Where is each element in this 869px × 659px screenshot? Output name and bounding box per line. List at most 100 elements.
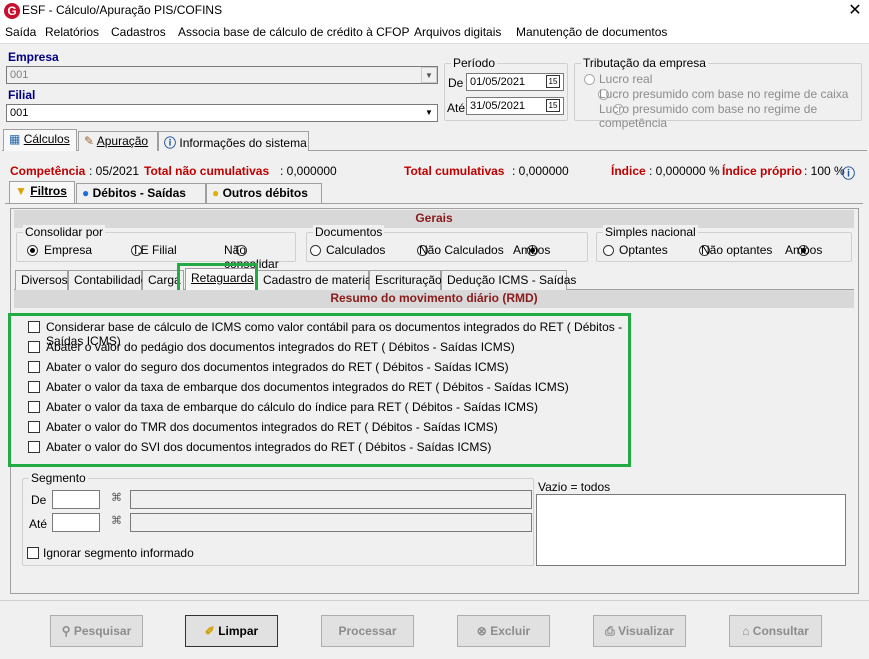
radio-empresa-label: Empresa — [44, 243, 93, 257]
menu-associa[interactable]: Associa base de cálculo de crédito à CFO… — [178, 25, 409, 39]
tab-informacoes[interactable]: ⓘ Informações do sistema — [158, 131, 309, 151]
chevron-down-icon[interactable]: ▼ — [421, 67, 437, 83]
radio-empresa[interactable] — [27, 245, 38, 256]
tab-filtros[interactable]: ▼ Filtros — [9, 181, 75, 203]
pencil-icon: ✎ — [84, 134, 95, 148]
highlight-box-rmd — [8, 313, 631, 467]
indice-value: : 0,000000 % — [649, 164, 720, 178]
window-title: ESF - Cálculo/Apuração PIS/COFINS — [22, 3, 223, 17]
ate-label: Até — [447, 101, 466, 115]
indice-proprio-value: : 100 % — [804, 164, 845, 178]
lucro-competencia-label: Lucro presumido com base no regime de co… — [599, 102, 818, 130]
search-icon: ⚲ — [61, 624, 71, 638]
filial-label: Filial — [8, 88, 36, 102]
consolidar-group: Consolidar por Empresa I.E Filial Não co… — [16, 225, 296, 271]
seg-ate-label: Até — [29, 517, 48, 531]
radio-calculados-label: Calculados — [326, 243, 386, 257]
chevron-down-icon[interactable]: ▼ — [421, 105, 437, 121]
dot-blue-icon: ● — [82, 186, 90, 200]
tab-cadastro-materiais[interactable]: Cadastro de materiais — [257, 270, 380, 290]
menu-manutencao[interactable]: Manutenção de documentos — [516, 25, 667, 39]
excluir-label: Excluir — [490, 624, 531, 638]
filter-icon: ▼ — [15, 184, 27, 198]
competencia-label: Competência — [10, 164, 86, 178]
visualizar-button[interactable]: ⎙ Visualizar — [593, 615, 686, 647]
segmento-group: Segmento De ⌘ Até ⌘ Ignorar segmento inf… — [22, 471, 534, 566]
periodo-title: Período — [451, 56, 498, 70]
tributacao-title: Tributação da empresa — [581, 56, 708, 70]
consultar-button[interactable]: ⌂ Consultar — [729, 615, 822, 647]
de-label: De — [448, 76, 464, 90]
calendar-icon[interactable]: 15 — [546, 99, 560, 112]
radio-nao-calculados-label: Não Calculados — [419, 243, 504, 257]
tab-apuracao-label: Apuração — [96, 134, 149, 148]
indice-label: Índice — [611, 164, 646, 178]
simples-group: Simples nacional Optantes Não optantes A… — [596, 225, 852, 262]
tab-diversos[interactable]: Diversos — [15, 270, 68, 290]
tab-outros-debitos[interactable]: ● Outros débitos — [206, 183, 322, 203]
pesquisar-button[interactable]: ⚲ Pesquisar — [50, 615, 143, 647]
close-icon[interactable]: ✕ — [846, 1, 864, 21]
segmento-title: Segmento — [29, 471, 88, 485]
pesquisar-label: Pesquisar — [73, 624, 132, 638]
consultar-label: Consultar — [752, 624, 809, 638]
radio-lucro-real — [584, 74, 595, 85]
processar-button[interactable]: Processar — [321, 615, 414, 647]
menu-cadastros[interactable]: Cadastros — [111, 25, 166, 39]
radio-ie-filial-label: I.E Filial — [134, 243, 177, 257]
menu-bar: Saída Relatórios Cadastros Associa base … — [0, 22, 869, 44]
visualizar-label: Visualizar — [618, 624, 674, 638]
tab-filtros-label: Filtros — [30, 184, 67, 198]
documentos-title: Documentos — [313, 225, 385, 239]
vazio-label: Vazio = todos — [538, 480, 611, 494]
limpar-button[interactable]: ✐ Limpar — [185, 615, 278, 647]
ignorar-checkbox[interactable] — [27, 547, 39, 559]
indice-proprio-label: Índice próprio — [722, 164, 803, 178]
tab-deducao-icms[interactable]: Dedução ICMS - Saídas — [441, 270, 576, 290]
app-icon: G — [4, 3, 20, 19]
query-icon: ⌂ — [742, 624, 750, 638]
nao-cumulativas-value: : 0,000000 — [280, 164, 337, 178]
seg-de-label: De — [31, 493, 47, 507]
seg-de-field[interactable] — [52, 490, 100, 509]
periodo-group: Período De 01/05/2021 15 Até 31/05/2021 … — [444, 56, 568, 121]
tributacao-group: Tributação da empresa Lucro real Lucro p… — [574, 56, 862, 130]
tab-escrituracao[interactable]: Escrituração — [369, 270, 442, 290]
broom-icon: ✐ — [204, 624, 215, 638]
limpar-label: Limpar — [218, 624, 259, 638]
filial-field[interactable]: 001 — [6, 104, 438, 122]
segmento-list[interactable] — [536, 494, 846, 566]
calc-icon: ▦ — [9, 132, 21, 146]
printer-icon: ⎙ — [605, 624, 615, 638]
status-line: Competência : 05/2021 Total não cumulati… — [8, 163, 858, 182]
tab-debitos-saidas[interactable]: ● Débitos - Saídas — [76, 183, 206, 203]
binoculars-icon[interactable]: ⌘ — [111, 491, 122, 504]
subtab-divider — [5, 203, 863, 204]
calendar-icon[interactable]: 15 — [546, 75, 560, 88]
empresa-field[interactable]: 001 — [6, 66, 438, 84]
menu-arquivos[interactable]: Arquivos digitais — [414, 25, 501, 39]
radio-optantes[interactable] — [603, 245, 614, 256]
radio-calculados[interactable] — [310, 245, 321, 256]
gerais-header: Gerais — [14, 210, 854, 228]
tab-informacoes-label: Informações do sistema — [179, 136, 307, 150]
lucro-caixa-label: Lucro presumido com base no regime de ca… — [599, 87, 849, 101]
radio-ambos-docs-label: Ambos — [513, 243, 551, 257]
cumulativas-label: Total cumulativas — [404, 164, 505, 178]
info-icon: ⓘ — [164, 136, 177, 150]
tab-calculos[interactable]: ▦ Cálculos — [3, 129, 77, 151]
competencia-value: : 05/2021 — [89, 164, 140, 178]
cumulativas-value: : 0,000000 — [512, 164, 569, 178]
tab-contabilidade[interactable]: Contabilidade — [68, 270, 147, 290]
excluir-button[interactable]: ⊗ Excluir — [457, 615, 550, 647]
consolidar-title: Consolidar por — [23, 225, 106, 239]
seg-de-desc — [130, 490, 532, 509]
radio-optantes-label: Optantes — [619, 243, 668, 257]
menu-saida[interactable]: Saída — [5, 25, 36, 39]
rmd-header: Resumo do movimento diário (RMD) — [14, 290, 854, 308]
info-icon[interactable]: ⓘ — [842, 163, 855, 182]
menu-relatorios[interactable]: Relatórios — [45, 25, 99, 39]
tab-apuracao[interactable]: ✎ Apuração — [78, 131, 158, 151]
seg-ate-field[interactable] — [52, 513, 100, 532]
binoculars-icon[interactable]: ⌘ — [111, 514, 122, 527]
